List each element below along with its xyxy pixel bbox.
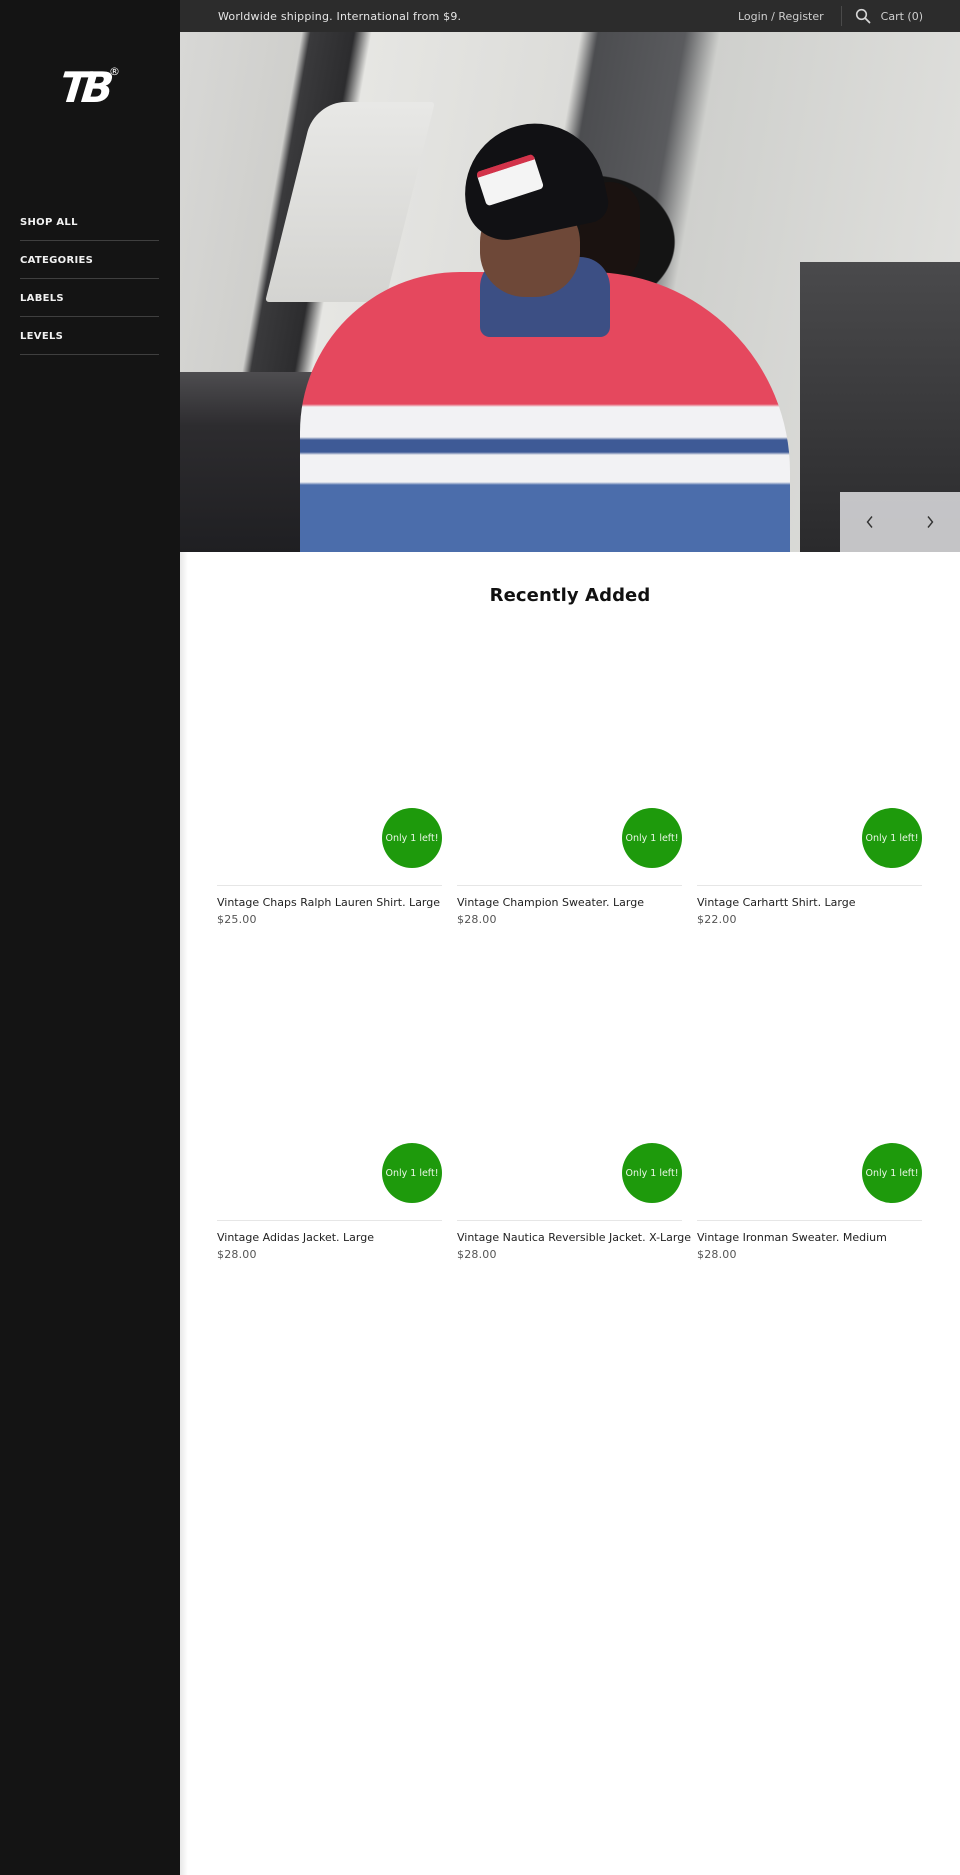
product-title[interactable]: Vintage Adidas Jacket. Large xyxy=(217,1231,442,1244)
product-price: $28.00 xyxy=(697,1248,737,1261)
product-grid: Only 1 left! Vintage Chaps Ralph Lauren … xyxy=(217,640,923,1310)
content-edge-shadow xyxy=(180,552,188,1875)
shipping-announcement: Worldwide shipping. International from $… xyxy=(218,9,462,23)
sidebar: TB ® SHOP ALL CATEGORIES LABELS LEVELS xyxy=(0,0,180,1875)
search-icon[interactable] xyxy=(855,8,871,24)
sidebar-item-labels: LABELS xyxy=(20,279,159,317)
slideshow-prev-button[interactable] xyxy=(840,492,900,552)
product-divider xyxy=(217,885,442,886)
section-title: Recently Added xyxy=(489,585,651,606)
login-register-link[interactable]: Login / Register xyxy=(738,10,824,23)
product-divider xyxy=(697,885,922,886)
product-price: $28.00 xyxy=(217,1248,257,1261)
sidebar-link-shop-all[interactable]: SHOP ALL xyxy=(20,215,78,228)
registered-icon: ® xyxy=(109,65,120,78)
sidebar-item-categories: CATEGORIES xyxy=(20,241,159,279)
product-card[interactable]: Only 1 left! Vintage Champion Sweater. L… xyxy=(457,640,682,975)
cart-link[interactable]: Cart (0) xyxy=(881,10,923,23)
product-price: $28.00 xyxy=(457,1248,497,1261)
product-card[interactable]: Only 1 left! Vintage Nautica Reversible … xyxy=(457,975,691,1310)
product-divider xyxy=(457,1220,682,1221)
product-card[interactable]: Only 1 left! Vintage Chaps Ralph Lauren … xyxy=(217,640,442,975)
product-price: $28.00 xyxy=(457,913,497,926)
stock-badge: Only 1 left! xyxy=(862,808,922,868)
stock-badge: Only 1 left! xyxy=(862,1143,922,1203)
chevron-left-icon xyxy=(866,516,873,528)
product-title[interactable]: Vintage Ironman Sweater. Medium xyxy=(697,1231,922,1244)
top-bar: Worldwide shipping. International from $… xyxy=(180,0,960,32)
product-card[interactable]: Only 1 left! Vintage Ironman Sweater. Me… xyxy=(697,975,922,1310)
sidebar-link-categories[interactable]: CATEGORIES xyxy=(20,253,93,266)
slideshow-controls xyxy=(840,492,960,552)
sidebar-link-labels[interactable]: LABELS xyxy=(20,291,64,304)
hero-slide-image xyxy=(180,32,960,552)
sidebar-link-levels[interactable]: LEVELS xyxy=(20,329,63,342)
sidebar-item-shop-all: SHOP ALL xyxy=(20,203,159,241)
product-divider xyxy=(697,1220,922,1221)
sidebar-item-levels: LEVELS xyxy=(20,317,159,355)
hero-window xyxy=(265,102,435,302)
product-card[interactable]: Only 1 left! Vintage Adidas Jacket. Larg… xyxy=(217,975,442,1310)
sidebar-nav: SHOP ALL CATEGORIES LABELS LEVELS xyxy=(20,203,159,355)
product-price: $22.00 xyxy=(697,913,737,926)
stock-badge: Only 1 left! xyxy=(382,1143,442,1203)
product-price: $25.00 xyxy=(217,913,257,926)
product-title[interactable]: Vintage Nautica Reversible Jacket. X-Lar… xyxy=(457,1231,691,1244)
store-logo[interactable]: TB ® xyxy=(57,63,120,116)
product-divider xyxy=(457,885,682,886)
stock-badge: Only 1 left! xyxy=(622,1143,682,1203)
stock-badge: Only 1 left! xyxy=(622,808,682,868)
product-card[interactable]: Only 1 left! Vintage Carhartt Shirt. Lar… xyxy=(697,640,922,975)
product-title[interactable]: Vintage Champion Sweater. Large xyxy=(457,896,682,909)
account-cart-area: Login / Register Cart (0) xyxy=(738,0,923,32)
product-divider xyxy=(217,1220,442,1221)
slideshow-next-button[interactable] xyxy=(900,492,960,552)
topbar-divider xyxy=(840,6,842,26)
chevron-right-icon xyxy=(927,516,934,528)
product-title[interactable]: Vintage Chaps Ralph Lauren Shirt. Large xyxy=(217,896,442,909)
product-title[interactable]: Vintage Carhartt Shirt. Large xyxy=(697,896,922,909)
stock-badge: Only 1 left! xyxy=(382,808,442,868)
